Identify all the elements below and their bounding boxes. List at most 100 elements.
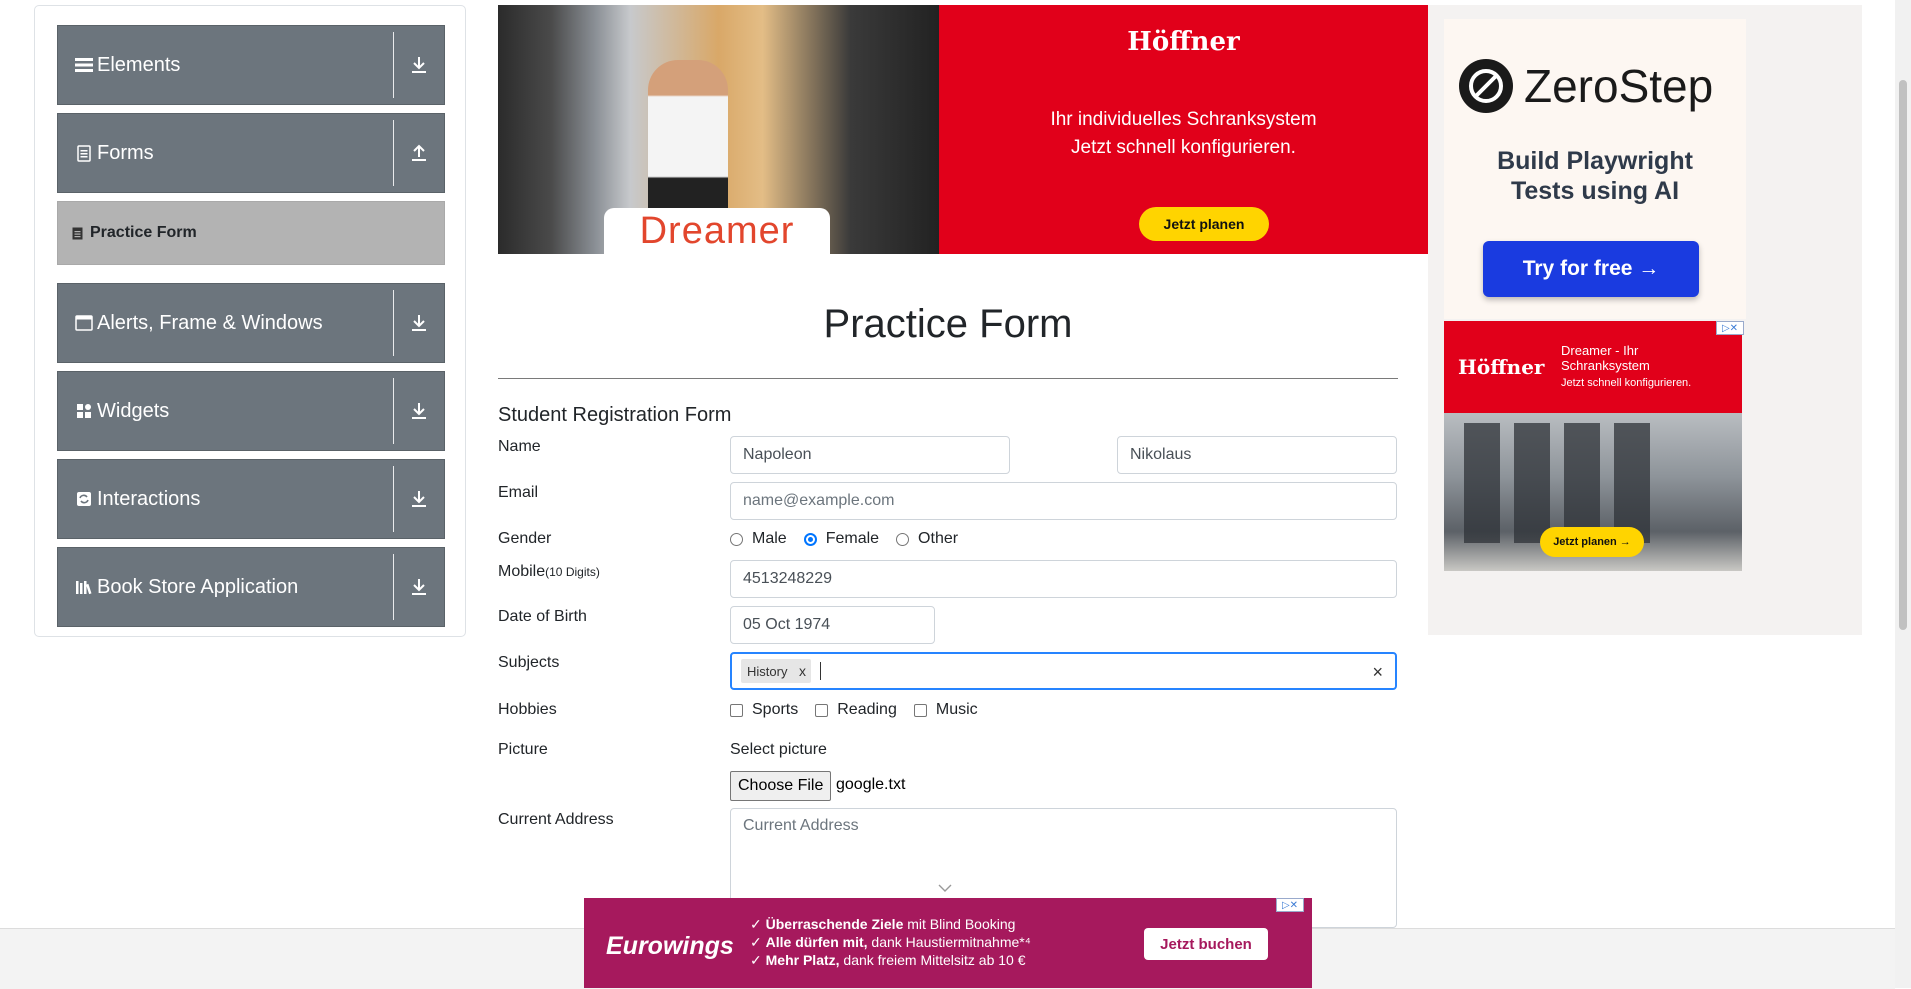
- checkbox[interactable]: [913, 703, 927, 717]
- ad-line-3: ✓ Mehr Platz, dank freiem Mittelsitz ab …: [750, 952, 1026, 968]
- hoffner-subtitle: Jetzt schnell konfigurieren.: [1561, 377, 1692, 389]
- radio-button-selected[interactable]: [803, 532, 817, 546]
- clear-icon[interactable]: ×: [1372, 662, 1383, 683]
- scrollbar-thumb[interactable]: [1899, 80, 1907, 630]
- hobbies-label: Hobbies: [498, 701, 557, 718]
- sidebar-group-alerts[interactable]: Alerts, Frame & Windows: [57, 283, 445, 363]
- ad-line-1: ✓ Überraschende Ziele mit Blind Booking: [750, 916, 1016, 932]
- divider: [393, 554, 394, 620]
- choose-file-button[interactable]: Choose File: [730, 771, 832, 801]
- eurowings-cta-button[interactable]: Jetzt buchen: [1144, 928, 1268, 960]
- sidebar-group-interactions[interactable]: Interactions: [57, 459, 445, 539]
- sidebar-group-forms[interactable]: Forms: [57, 113, 445, 193]
- download-arrow-icon: [394, 578, 444, 596]
- download-arrow-icon: [394, 56, 444, 74]
- ad-cta-button[interactable]: Jetzt planen: [1139, 207, 1269, 241]
- gender-radio-group: Male Female Other: [730, 530, 975, 548]
- wardrobe-image: [1514, 423, 1550, 543]
- ad-red-panel: Höffner Ihr individuelles Schranksystem …: [939, 5, 1428, 254]
- ad-line-rest: dank Haustiermitnahme*⁴: [871, 934, 1031, 950]
- books-icon: [75, 578, 93, 596]
- page-scrollbar[interactable]: [1895, 0, 1911, 988]
- mobile-label-text: Mobile: [498, 563, 546, 580]
- divider: [498, 378, 1398, 379]
- radio-label[interactable]: Female: [826, 530, 879, 548]
- dob-input[interactable]: [730, 606, 935, 644]
- sidebar-item-practice-form[interactable]: Practice Form: [57, 201, 445, 265]
- wardrobe-image: [1614, 423, 1650, 543]
- divider: [393, 290, 394, 356]
- hobbies-checkbox-group: Sports Reading Music: [730, 701, 995, 719]
- zerostep-headline-line1: Build Playwright: [1497, 147, 1693, 175]
- sidebar-group-label: Widgets: [97, 399, 170, 422]
- checkbox[interactable]: [815, 703, 829, 717]
- zerostep-headline-line2: Tests using AI: [1510, 177, 1680, 205]
- ad-hoffner-side[interactable]: Höffner Dreamer - Ihr Schranksystem Jetz…: [1444, 321, 1742, 571]
- text-caret: [820, 662, 822, 680]
- hobby-option-reading[interactable]: Reading: [815, 701, 897, 719]
- last-name-input[interactable]: [1117, 436, 1397, 474]
- sidebar-group-widgets[interactable]: Widgets: [57, 371, 445, 451]
- gender-option-female[interactable]: Female: [803, 530, 879, 548]
- picture-label: Picture: [498, 741, 548, 758]
- hobby-option-music[interactable]: Music: [913, 701, 978, 719]
- ad-line-rest: mit Blind Booking: [907, 916, 1016, 932]
- form-doc-icon: [72, 226, 84, 240]
- sidebar-group-book-store[interactable]: Book Store Application: [57, 547, 445, 627]
- gender-option-other[interactable]: Other: [896, 530, 958, 548]
- eurowings-logo: Eurowings: [606, 932, 734, 960]
- checkbox-label[interactable]: Reading: [837, 701, 897, 719]
- ad-banner-hoffner-top[interactable]: Dreamer Höffner Ihr individuelles Schran…: [498, 5, 1428, 254]
- zerostep-brand: ZeroStep: [1524, 60, 1714, 112]
- first-name-input[interactable]: [730, 436, 1010, 474]
- document-icon: [75, 144, 93, 162]
- download-arrow-icon: [394, 490, 444, 508]
- ad-copy-line2: Jetzt schnell konfigurieren.: [1071, 137, 1296, 158]
- dob-label: Date of Birth: [498, 608, 587, 625]
- sidebar-group-elements[interactable]: Elements: [57, 25, 445, 105]
- checkbox-label[interactable]: Music: [936, 701, 978, 719]
- radio-label[interactable]: Other: [918, 530, 958, 548]
- checkbox[interactable]: [730, 703, 743, 717]
- checkbox-label[interactable]: Sports: [752, 701, 798, 719]
- widgets-icon: [75, 402, 93, 420]
- ad-column-right: ZeroStep Build Playwright Tests using AI…: [1428, 5, 1862, 635]
- zerostep-cta-button[interactable]: Try for free →: [1483, 241, 1699, 297]
- mobile-hint: (10 Digits): [545, 565, 600, 579]
- divider: [393, 466, 394, 532]
- radio-button[interactable]: [730, 532, 743, 546]
- mobile-input[interactable]: [730, 560, 1397, 598]
- ad-photo-label: Dreamer: [604, 208, 830, 254]
- form-title: Student Registration Form: [498, 404, 732, 426]
- sidebar: Elements Forms Practice Form Alerts, Fra…: [34, 5, 466, 637]
- download-arrow-icon: [394, 402, 444, 420]
- adchoices-icon[interactable]: ▷✕: [1276, 898, 1304, 912]
- hoffner-logo: Höffner: [1458, 355, 1545, 379]
- sidebar-group-label: Interactions: [97, 487, 201, 510]
- remove-chip-icon[interactable]: x: [793, 659, 811, 683]
- subjects-input[interactable]: History x ×: [730, 652, 1397, 690]
- radio-label[interactable]: Male: [752, 530, 787, 548]
- gender-option-male[interactable]: Male: [730, 530, 787, 548]
- ad-brand-logo: Höffner: [1127, 27, 1240, 57]
- zerostep-logo-icon: [1459, 59, 1513, 113]
- sidebar-group-label: Book Store Application: [97, 575, 299, 598]
- ad-copy-line1: Ihr individuelles Schranksystem: [1050, 109, 1317, 130]
- hobby-option-sports[interactable]: Sports: [730, 701, 798, 719]
- hoffner-title-line2: Schranksystem: [1561, 358, 1650, 373]
- select-picture-label: Select picture: [730, 741, 827, 758]
- selected-file-name: google.txt: [836, 776, 906, 793]
- ad-banner-eurowings[interactable]: Eurowings ✓ Überraschende Ziele mit Blin…: [584, 898, 1312, 988]
- mobile-label: Mobile(10 Digits): [498, 563, 600, 581]
- ad-zerostep[interactable]: ZeroStep Build Playwright Tests using AI…: [1444, 19, 1746, 319]
- divider: [393, 378, 394, 444]
- ad-line-rest: dank freiem Mittelsitz ab 10 €: [843, 952, 1026, 968]
- hoffner-cta-button[interactable]: Jetzt planen →: [1540, 527, 1644, 557]
- email-input[interactable]: [730, 482, 1397, 520]
- wardrobe-image: [1564, 423, 1600, 543]
- adchoices-icon[interactable]: ▷✕: [1716, 321, 1744, 335]
- gender-label: Gender: [498, 530, 552, 547]
- ad-line-bold: Mehr Platz,: [765, 952, 840, 968]
- ad-photo: Dreamer: [498, 5, 939, 254]
- radio-button[interactable]: [896, 532, 910, 546]
